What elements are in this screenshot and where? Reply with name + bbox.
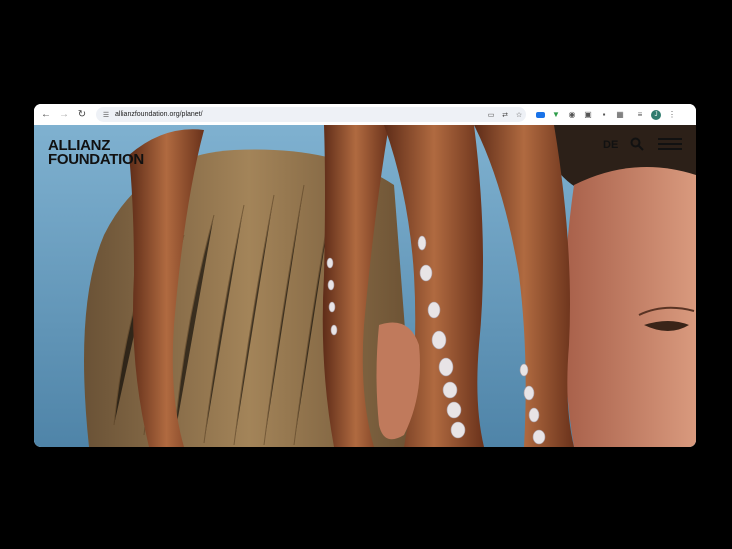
reload-icon: ↻: [77, 109, 87, 120]
language-switch[interactable]: DE: [603, 139, 618, 151]
browser-toolbar: ← → ↻ ☰ allianzfoundation.org/planet/ ▭ …: [34, 104, 696, 125]
kebab-menu-icon: ⋮: [668, 110, 676, 119]
search-icon[interactable]: [630, 137, 644, 151]
cast-icon[interactable]: ▭: [484, 111, 498, 119]
star-icon[interactable]: ☆: [512, 111, 526, 119]
extension-button[interactable]: ▣: [580, 107, 596, 123]
hamburger-menu-button[interactable]: [658, 138, 682, 150]
video-icon: ▪: [602, 110, 606, 119]
arrow-right-icon: →: [59, 109, 69, 120]
download-icon: ▼: [552, 110, 560, 119]
extension-button[interactable]: ◉: [564, 107, 580, 123]
extension-icon: [535, 111, 545, 118]
extension-button[interactable]: [532, 107, 548, 123]
menu-bar: [658, 143, 682, 145]
list-icon: ≡: [637, 110, 643, 119]
screen-icon: ▣: [584, 110, 592, 119]
profile-button[interactable]: J: [648, 107, 664, 123]
menu-bar: [658, 148, 682, 150]
arrow-left-icon: ←: [41, 109, 51, 120]
back-button[interactable]: ←: [38, 107, 54, 123]
browser-menu-button[interactable]: ⋮: [664, 107, 680, 123]
tune-icon[interactable]: ☰: [99, 111, 113, 119]
hero-image: [34, 125, 696, 447]
camera-icon: ◉: [568, 110, 576, 119]
avatar: J: [651, 109, 661, 120]
extension-button[interactable]: ▪: [596, 107, 612, 123]
browser-window: ← → ↻ ☰ allianzfoundation.org/planet/ ▭ …: [34, 104, 696, 447]
logo-line-2: FOUNDATION: [48, 151, 144, 168]
extensions-button[interactable]: ▦: [612, 107, 628, 123]
translate-icon[interactable]: ⇄: [498, 111, 512, 119]
site-logo[interactable]: ALLIANZ FOUNDATION: [48, 138, 144, 168]
reading-list-button[interactable]: ≡: [632, 107, 648, 123]
reload-button[interactable]: ↻: [74, 107, 90, 123]
address-bar[interactable]: ☰ allianzfoundation.org/planet/ ▭ ⇄ ☆: [96, 107, 526, 122]
forward-button[interactable]: →: [56, 107, 72, 123]
extension-button[interactable]: ▼: [548, 107, 564, 123]
url-text[interactable]: allianzfoundation.org/planet/: [115, 111, 203, 118]
page-viewport: ALLIANZ FOUNDATION DE: [34, 125, 696, 447]
puzzle-icon: ▦: [616, 110, 624, 119]
menu-bar: [658, 138, 682, 140]
